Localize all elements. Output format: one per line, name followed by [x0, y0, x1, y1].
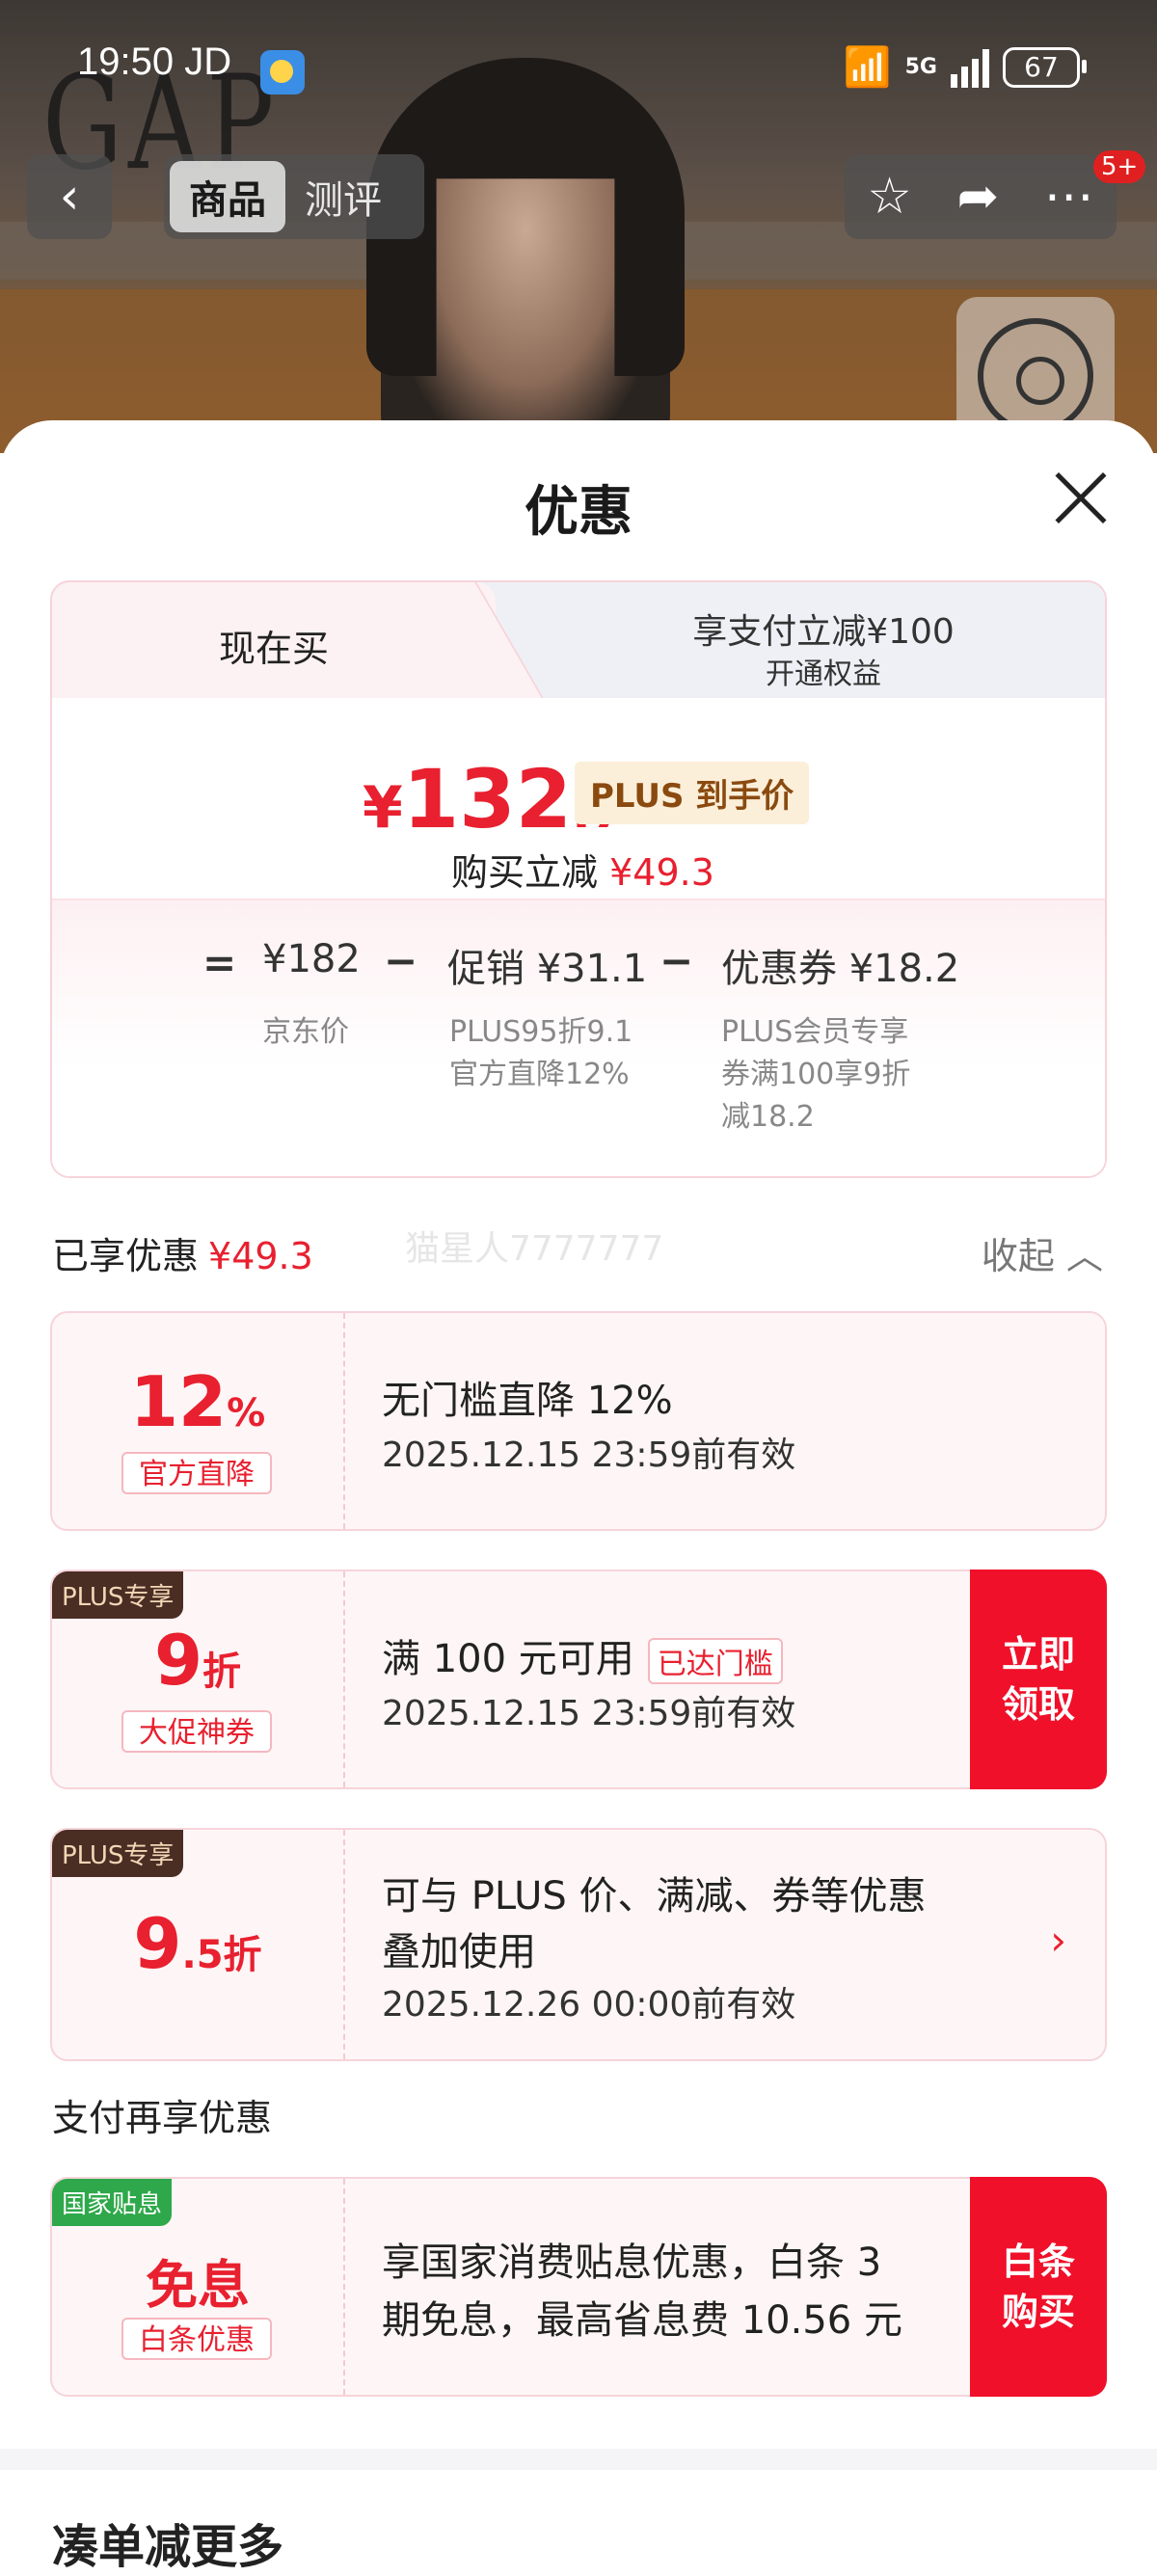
jd-price-note: 京东价	[262, 1015, 349, 1049]
coupon-note-3: 减18.2	[721, 1100, 815, 1134]
formula-minus: −	[384, 937, 418, 984]
wifi-icon: 📶	[843, 45, 892, 90]
promo-note-1: PLUS95折9.1	[449, 1015, 633, 1049]
more-section-title: 凑单减更多	[52, 2520, 284, 2574]
coupon-title: 无门槛直降 12%	[382, 1379, 673, 1423]
coupon-title-line-2: 期免息，最高省息费 10.56 元	[382, 2298, 902, 2343]
coupon-baitiao-interest-free: 国家贴息 免息 白条优惠 享国家消费贴息优惠，白条 3 期免息，最高省息费 10…	[50, 2177, 1107, 2397]
plus-exclusive-badge: PLUS专享	[52, 1571, 184, 1619]
threshold-reached-badge: 已达门槛	[647, 1638, 783, 1684]
collapse-toggle[interactable]: 收起 ︿	[982, 1226, 1103, 1279]
tab-pay-subtitle[interactable]: 开通权益	[553, 650, 1093, 692]
tab-bar: 商品 测评	[164, 154, 424, 239]
tab-buy-now-label: 现在买	[218, 628, 329, 670]
signal-icon	[951, 47, 989, 88]
coupon-value: 免息	[146, 2255, 250, 2316]
coupon-value: 9折	[153, 1620, 242, 1701]
coupon-date: 2025.12.26 00:00前有效	[382, 1985, 796, 2025]
more-icon[interactable]: ⋯	[1044, 168, 1094, 226]
battery-icon: 67	[1003, 46, 1087, 88]
coupon-title-line-1: 可与 PLUS 价、满减、券等优惠	[382, 1874, 927, 1919]
promo-note-2: 官方直降12%	[449, 1058, 630, 1091]
plus-price-tag: PLUS 到手价	[575, 762, 810, 824]
coupon-tag: 大促神券	[121, 1710, 272, 1753]
coupon-value: 9.5折	[133, 1903, 262, 1984]
top-nav: ‹ 商品 测评 ☆ ➦ ⋯ 5+	[0, 150, 1157, 241]
weather-icon	[260, 50, 305, 94]
coupon-value: 12%	[129, 1361, 266, 1442]
coupon-title-line-2: 叠加使用	[382, 1930, 536, 1974]
coupon-date: 2025.12.15 23:59前有效	[382, 1694, 796, 1733]
jd-price: ¥182	[262, 937, 361, 981]
coupon-title-line-1: 享国家消费贴息优惠，白条 3	[382, 2241, 882, 2285]
tab-review[interactable]: 测评	[285, 161, 401, 232]
price-tab-bar: 现在买 享支付立减¥100 开通权益	[52, 582, 1105, 702]
sheet-title: 优惠	[525, 481, 632, 544]
status-time: 19:50 JD	[77, 40, 232, 83]
tab-product[interactable]: 商品	[170, 161, 285, 232]
national-subsidy-badge: 国家贴息	[52, 2179, 173, 2226]
more-badge: 5+	[1093, 150, 1146, 183]
back-button[interactable]: ‹	[27, 154, 112, 239]
chevron-right-icon: ›	[1050, 1917, 1066, 1964]
coupon-tag: 官方直降	[121, 1452, 272, 1494]
coupon-note-2: 券满100享9折	[721, 1058, 911, 1091]
promo-amount: 促销 ¥31.1	[447, 947, 648, 991]
coupon-tag: 白条优惠	[121, 2318, 272, 2360]
purchase-reduction: 购买立减 ¥49.3	[451, 851, 714, 894]
baitiao-buy-button[interactable]: 白条 购买	[970, 2177, 1107, 2397]
action-group: ☆ ➦ ⋯	[845, 154, 1117, 239]
plus-exclusive-badge: PLUS专享	[52, 1830, 184, 1877]
pay-section-title: 支付再享优惠	[52, 2097, 273, 2139]
coupon-amount: 优惠券 ¥18.2	[721, 947, 960, 991]
price-card: 现在买 享支付立减¥100 开通权益 ¥132.7 PLUS 到手价 购买立减 …	[50, 580, 1107, 1178]
close-icon[interactable]	[1051, 469, 1109, 526]
status-bar: 19:50 JD 📶 5G 67	[0, 0, 1157, 145]
favorite-star-icon[interactable]: ☆	[867, 168, 912, 226]
tab-pay-title[interactable]: 享支付立减¥100	[553, 604, 1093, 654]
coupon-plus-9.5-off[interactable]: PLUS专享 9.5折 可与 PLUS 价、满减、券等优惠 叠加使用 2025.…	[50, 1828, 1107, 2061]
network-type: 5G	[904, 55, 937, 79]
formula-equals: =	[202, 939, 237, 986]
coupon-date: 2025.12.15 23:59前有效	[382, 1436, 796, 1475]
claim-coupon-button[interactable]: 立即 领取	[970, 1570, 1107, 1789]
coupon-official-discount: 12% 官方直降 无门槛直降 12% 2025.12.15 23:59前有效	[50, 1311, 1107, 1531]
formula-minus: −	[659, 937, 694, 984]
share-icon[interactable]: ➦	[957, 168, 1000, 226]
watermark: 猫星人7777777	[405, 1229, 664, 1269]
coupon-plus-9-off: PLUS专享 9折 大促神券 满 100 元可用 已达门槛 2025.12.15 …	[50, 1570, 1107, 1789]
enjoyed-discount: 已享优惠 ¥49.3	[52, 1235, 313, 1277]
discount-sheet: 优惠 现在买 享支付立减¥100 开通权益 ¥132.7 PLUS 到手价 购买…	[0, 420, 1157, 2574]
coupon-title: 满 100 元可用 已达门槛	[382, 1627, 783, 1684]
back-icon: ‹	[59, 168, 80, 226]
chevron-up-icon: ︿	[1065, 1235, 1103, 1277]
coupon-note-1: PLUS会员专享	[721, 1015, 909, 1049]
